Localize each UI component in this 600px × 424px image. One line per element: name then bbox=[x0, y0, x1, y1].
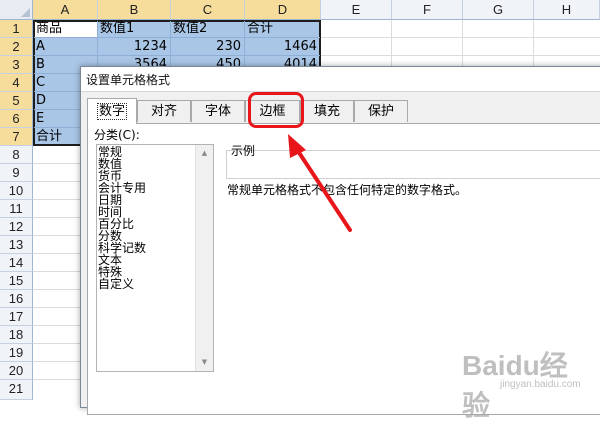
tab-number-label: 数字 bbox=[96, 103, 127, 120]
baidu-jingyan-watermark: Baidu经验 jingyan.baidu.com bbox=[462, 344, 594, 421]
watermark-url: jingyan.baidu.com bbox=[500, 379, 581, 390]
tab-number[interactable]: 数字 bbox=[87, 98, 137, 124]
annotation-arrow-icon bbox=[288, 134, 352, 232]
